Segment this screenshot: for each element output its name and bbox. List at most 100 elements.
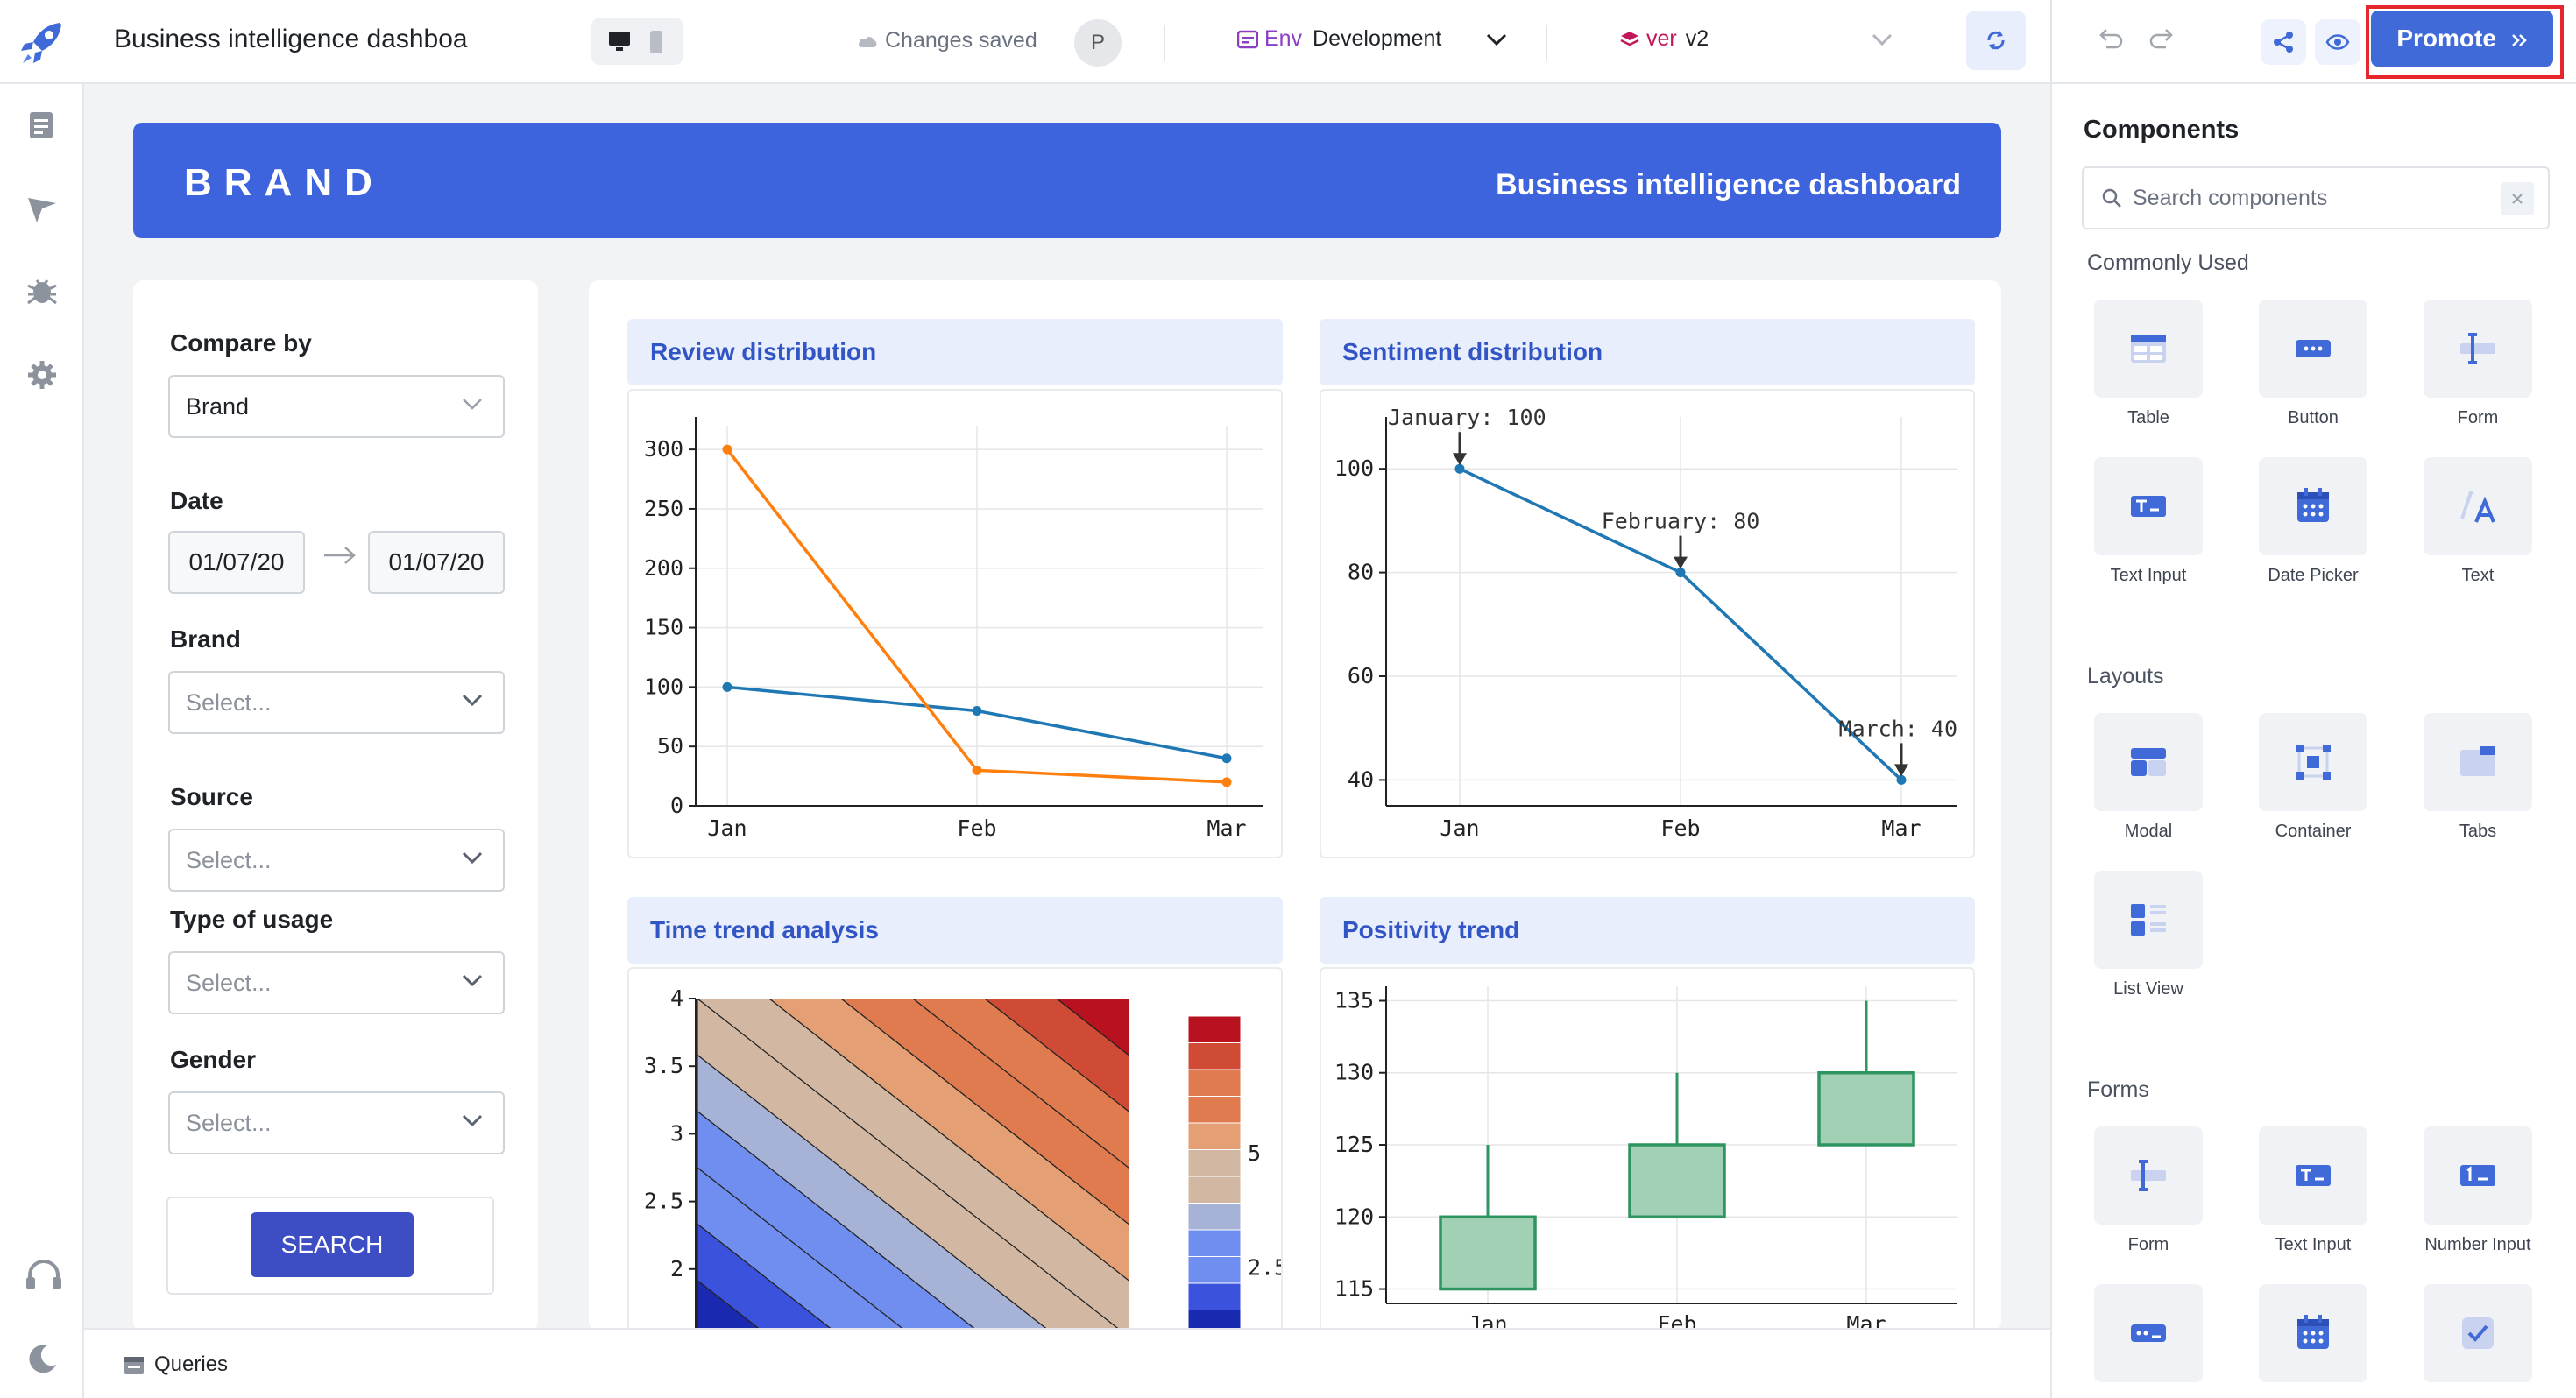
component-date-picker[interactable]: Date Picker [2248, 457, 2378, 586]
chevron-down-icon[interactable] [1871, 32, 1893, 47]
component-form[interactable]: Form [2413, 300, 2543, 428]
version-select[interactable]: ver v2 [1619, 26, 1709, 52]
share-icon [2274, 32, 2293, 53]
text-input-icon [2296, 1165, 2331, 1186]
chevron-down-icon[interactable] [1485, 32, 1508, 47]
component-modal[interactable]: Modal [2084, 713, 2213, 842]
component-button[interactable]: Button [2248, 300, 2378, 428]
compare-by-label: Compare by [170, 329, 312, 357]
y-tick-label: 2 [670, 1256, 683, 1282]
arrow-right-icon [324, 547, 356, 564]
redo-icon[interactable] [2148, 26, 2176, 54]
component-form[interactable]: Form [2084, 1126, 2213, 1255]
share-button[interactable] [2261, 19, 2306, 65]
preview-button[interactable] [2315, 19, 2360, 65]
component-tile-partial[interactable] [2413, 1284, 2543, 1382]
pages-icon[interactable] [25, 109, 60, 144]
app-title[interactable]: Business intelligence dashboa [114, 25, 468, 54]
queries-label: Queries [154, 1352, 229, 1376]
colorbar-segment [1187, 1229, 1242, 1257]
colorbar-segment [1187, 1042, 1242, 1070]
mobile-icon[interactable] [648, 30, 665, 54]
usage-type-placeholder: Select... [186, 970, 272, 996]
queries-toggle[interactable]: Queries [123, 1352, 228, 1377]
component-search-input[interactable] [2133, 180, 2483, 215]
brand-placeholder: Select... [186, 689, 272, 716]
colorbar-segment [1187, 1203, 1242, 1231]
component-number-input[interactable]: Number Input [2413, 1126, 2543, 1255]
desktop-icon[interactable] [607, 30, 632, 53]
brand-select[interactable]: Select... [168, 671, 505, 734]
usage-type-select[interactable]: Select... [168, 951, 505, 1014]
dark-mode-moon-icon[interactable] [25, 1342, 60, 1377]
component-tile-partial[interactable] [2248, 1284, 2378, 1382]
component-tile [2424, 457, 2532, 555]
debugger-icon[interactable] [25, 273, 60, 308]
close-icon [2512, 194, 2523, 204]
inspector-icon[interactable] [25, 191, 60, 226]
environment-select[interactable]: Env Development [1236, 26, 1441, 52]
avatar[interactable]: P [1074, 19, 1122, 67]
refresh-button[interactable] [1966, 11, 2026, 70]
charts-panel: Review distribution 0 50 100 150 200 250 300 Ja… [589, 280, 2001, 1335]
colorbar-tick-label: 2.5 [1248, 1255, 1281, 1281]
clear-search-button[interactable] [2501, 182, 2534, 215]
component-search[interactable] [2082, 166, 2550, 229]
component-tile [2094, 300, 2203, 398]
promote-button[interactable]: Promote [2371, 11, 2553, 67]
commonly-used-title: Commonly Used [2087, 251, 2249, 275]
rocket-logo-icon[interactable] [16, 16, 68, 68]
password-input-icon [2131, 1324, 2166, 1342]
gender-select[interactable]: Select... [168, 1091, 505, 1154]
cloud-check-icon [859, 37, 877, 48]
y-tick-label: 4 [670, 985, 683, 1011]
component-text-input[interactable]: Text Input [2084, 457, 2213, 586]
date-from-input[interactable]: 01/07/20 [168, 531, 305, 594]
search-button[interactable]: SEARCH [251, 1212, 414, 1277]
divider [2050, 0, 2052, 84]
support-headset-icon[interactable] [25, 1258, 63, 1293]
component-table[interactable]: Table [2084, 300, 2213, 428]
component-container[interactable]: Container [2248, 713, 2378, 842]
components-panel: Components Commonly Used Table Button Fo… [2050, 84, 2576, 1398]
colorbar-segment [1187, 1096, 1242, 1124]
compare-by-select[interactable]: Brand [168, 375, 505, 438]
undo-icon[interactable] [2096, 26, 2124, 54]
component-label: Text [2461, 566, 2495, 585]
compare-by-value: Brand [186, 393, 250, 420]
list-view-icon [2131, 904, 2166, 936]
x-tick-label: Jan [1440, 816, 1479, 841]
component-label: Text Input [2275, 1235, 2352, 1254]
ver-value: v2 [1685, 26, 1709, 51]
component-list-view[interactable]: List View [2084, 871, 2213, 999]
calendar-icon [2297, 1315, 2329, 1349]
bottom-bar: Queries [84, 1328, 2050, 1398]
component-label: Date Picker [2268, 566, 2359, 585]
colorbar-tick-label: 5 [1248, 1140, 1261, 1166]
chevron-down-icon [462, 974, 483, 987]
component-text-input[interactable]: Text Input [2248, 1126, 2378, 1255]
component-label: Tabs [2459, 822, 2497, 841]
settings-gear-icon[interactable] [25, 357, 60, 392]
component-text[interactable]: Text [2413, 457, 2543, 586]
y-tick-label: 125 [1334, 1132, 1374, 1157]
source-select[interactable]: Select... [168, 829, 505, 892]
source-placeholder: Select... [186, 847, 272, 873]
y-tick-label: 135 [1334, 987, 1374, 1013]
colorbar-segment [1187, 1122, 1242, 1150]
component-tile [2259, 300, 2367, 398]
y-tick-label: 2.5 [644, 1189, 683, 1214]
device-toggle[interactable] [591, 18, 683, 65]
time-trend-header: Time trend analysis [627, 897, 1283, 964]
component-tabs[interactable]: Tabs [2413, 713, 2543, 842]
y-tick-label: 250 [644, 496, 683, 521]
queries-icon [124, 1356, 144, 1374]
save-status-text: Changes saved [885, 28, 1037, 53]
env-key: Env [1263, 26, 1303, 51]
layers-icon [1620, 32, 1639, 46]
layouts-title: Layouts [2087, 664, 2164, 688]
component-tile-partial[interactable] [2084, 1284, 2213, 1382]
date-to-input[interactable]: 01/07/20 [368, 531, 505, 594]
chevron-down-icon [462, 851, 483, 865]
positivity-trend-plot: 115120125130135Jan Feb Mar [1334, 986, 1957, 1333]
